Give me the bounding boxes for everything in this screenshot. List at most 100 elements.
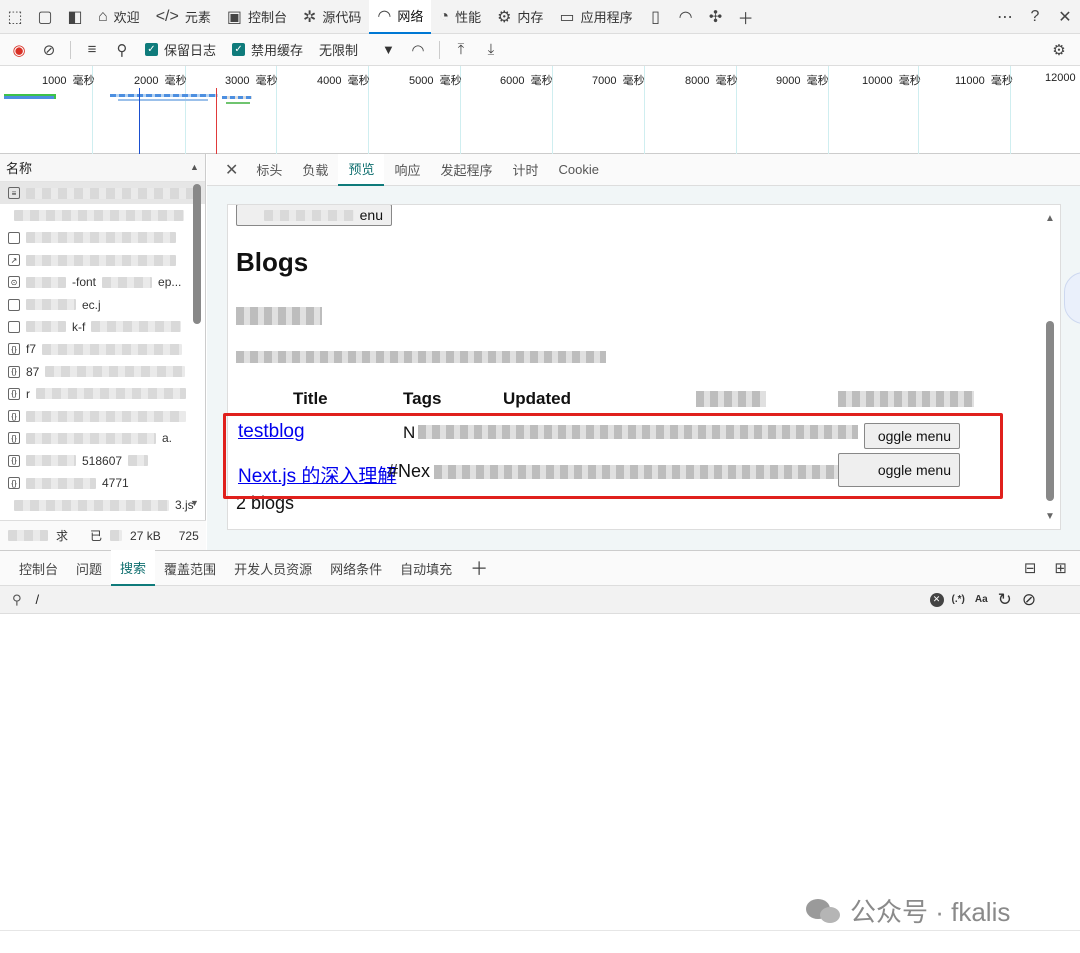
device-emulation-icon[interactable]: ▢ <box>30 0 60 34</box>
waterfall-bar <box>118 99 208 101</box>
list-item[interactable]: {} r <box>0 383 205 405</box>
redacted-text <box>110 530 123 541</box>
tab-network[interactable]: ◠ 网络 <box>369 0 432 34</box>
font-icon: ⊙ <box>8 276 20 289</box>
tab-payload[interactable]: 负载 <box>292 154 338 186</box>
scroll-up-icon[interactable]: ▲ <box>190 162 199 172</box>
checkbox-checked-icon: ✓ <box>232 43 246 56</box>
clear-results-icon[interactable]: ⊘ <box>1022 590 1036 610</box>
list-item[interactable]: {} 518607 <box>0 450 205 472</box>
checkbox-checked-icon: ✓ <box>145 43 158 56</box>
list-item[interactable]: k-f <box>0 316 205 338</box>
redacted-text <box>42 343 183 355</box>
drawer-tab-autofill[interactable]: 自动填充 <box>391 550 461 586</box>
more-icon[interactable]: ⋯ <box>990 0 1020 34</box>
script-icon: {} <box>8 387 20 400</box>
disable-cache-checkbox[interactable]: ✓ 禁用缓存 <box>226 40 309 59</box>
drawer-tab-issues[interactable]: 问题 <box>67 550 111 586</box>
scroll-down-icon[interactable]: ▼ <box>190 498 199 508</box>
tab-welcome[interactable]: ⌂ 欢迎 <box>90 0 148 34</box>
list-item[interactable]: {} 4771 <box>0 472 205 494</box>
filter-icon[interactable]: ≡ <box>79 36 105 64</box>
redacted-text <box>26 410 186 422</box>
list-item[interactable]: 3.js <box>0 494 205 516</box>
list-item[interactable] <box>0 204 205 226</box>
waterfall-bar <box>110 94 218 97</box>
tick-label: 4000 毫秒 <box>317 75 370 87</box>
tab-response[interactable]: 响应 <box>384 154 430 186</box>
redacted-text <box>26 187 194 199</box>
tab-initiator[interactable]: 发起程序 <box>430 154 502 186</box>
preview-scrollbar[interactable] <box>1046 321 1054 501</box>
network-conditions-icon[interactable]: ◠ <box>671 0 701 34</box>
tab-timing[interactable]: 计时 <box>502 154 548 186</box>
load-event-marker <box>216 88 217 154</box>
drawer-tab-developer-resources[interactable]: 开发人员资源 <box>225 550 321 586</box>
tab-memory[interactable]: ⚙ 内存 <box>489 0 551 34</box>
tab-preview[interactable]: 预览 <box>338 153 385 186</box>
script-icon: {} <box>8 432 20 445</box>
tab-performance[interactable]: ◔ 性能 <box>431 0 489 34</box>
redacted-text <box>26 432 156 444</box>
add-tab-icon[interactable]: ＋ <box>731 0 761 34</box>
close-details-icon[interactable]: ✕ <box>217 154 246 186</box>
search-icon[interactable]: ⚲ <box>109 36 135 64</box>
tick-label: 9000 毫秒 <box>776 75 829 87</box>
settings-gear-icon[interactable]: ⚙ <box>1046 36 1072 64</box>
list-item[interactable]: {} a. <box>0 427 205 449</box>
tab-elements[interactable]: </> 元素 <box>148 0 219 34</box>
clear-search-icon[interactable]: ✕ <box>929 592 944 607</box>
tab-console[interactable]: ▣ 控制台 <box>219 0 295 34</box>
list-item[interactable]: {} f7 <box>0 338 205 360</box>
list-item[interactable]: ⊙ -font ep... <box>0 271 205 293</box>
clear-icon[interactable]: ⊘ <box>36 36 62 64</box>
network-settings-icon[interactable]: ◠ <box>405 36 431 64</box>
help-icon[interactable]: ? <box>1020 0 1050 34</box>
tab-application[interactable]: ▭ 应用程序 <box>551 0 640 34</box>
close-icon[interactable]: ✕ <box>1050 0 1080 34</box>
list-item[interactable]: ↗ <box>0 249 205 271</box>
name-column-header[interactable]: 名称 <box>0 154 205 182</box>
list-scrollbar[interactable] <box>193 184 201 324</box>
list-item[interactable]: {} 87 <box>0 360 205 382</box>
drawer-tab-network-conditions[interactable]: 网络条件 <box>321 550 391 586</box>
scroll-up-icon[interactable]: ▲ <box>1045 213 1055 224</box>
devtools-window: ⬚ ▢ ◧ ⌂ 欢迎 </> 元素 ▣ 控制台 ✲ 源代码 ◠ 网络 ◔ 性能 ⚙ 内存 ▭ 应… <box>0 0 1080 953</box>
extension-icon[interactable]: ✣ <box>701 0 731 34</box>
preserve-log-checkbox[interactable]: ✓ 保留日志 <box>139 40 222 59</box>
list-item[interactable]: ec.j <box>0 293 205 315</box>
match-case-toggle[interactable]: Aa <box>975 594 988 605</box>
dock-icon[interactable]: ◧ <box>60 0 90 34</box>
drawer-tab-search[interactable]: 搜索 <box>111 550 156 586</box>
dock-drawer-icon[interactable]: ⊟ <box>1015 550 1046 586</box>
redacted-text <box>26 321 66 333</box>
refresh-icon[interactable]: ↻ <box>998 590 1012 610</box>
import-har-icon[interactable]: ⤒ <box>448 36 474 64</box>
tab-headers[interactable]: 标头 <box>246 154 292 186</box>
gauge-icon: ◔ <box>439 7 450 25</box>
collapse-drawer-icon[interactable]: ⊞ <box>1045 550 1076 586</box>
highlight-box <box>223 413 1003 499</box>
search-input[interactable]: / <box>36 592 916 607</box>
drawer-tab-coverage[interactable]: 覆盖范围 <box>155 550 225 586</box>
tab-cookies[interactable]: Cookie <box>549 154 609 186</box>
tab-sources[interactable]: ✲ 源代码 <box>295 0 369 34</box>
network-overview[interactable]: 1000 毫秒 2000 毫秒 3000 毫秒 4000 毫秒 5000 毫秒 … <box>0 66 1080 154</box>
dom-content-loaded-marker <box>139 88 140 154</box>
script-icon: {} <box>8 454 20 467</box>
tick-label: 10000 毫秒 <box>862 75 921 87</box>
document-icon: ≡ <box>8 187 20 200</box>
list-item[interactable] <box>0 227 205 249</box>
list-item[interactable]: {} <box>0 405 205 427</box>
throttle-select[interactable]: 无限制 ▼ <box>313 40 401 59</box>
inspect-icon[interactable]: ⬚ <box>0 0 30 34</box>
list-item[interactable]: ≡ <box>0 182 205 205</box>
tab-device-icon[interactable]: ▯ <box>641 0 671 34</box>
add-drawer-tab-icon[interactable]: ＋ <box>461 550 497 586</box>
regex-toggle[interactable]: (.*) <box>952 594 965 605</box>
toggle-menu-button[interactable]: enu <box>236 205 392 226</box>
record-icon[interactable]: ◉ <box>6 36 32 64</box>
scroll-down-icon[interactable]: ▼ <box>1045 511 1055 522</box>
drawer-tab-console[interactable]: 控制台 <box>10 550 67 586</box>
export-har-icon[interactable]: ⤓ <box>478 36 504 64</box>
